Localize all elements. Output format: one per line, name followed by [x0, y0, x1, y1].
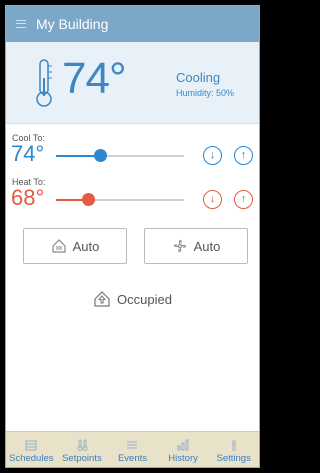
wrench-icon: [232, 440, 236, 451]
cool-slider-track-rest[interactable]: [100, 155, 184, 157]
status-panel: 74° Cooling Humidity: 50%: [6, 42, 259, 124]
list-icon: [127, 441, 138, 449]
home-occupied-icon: [94, 291, 110, 307]
cool-setpoint-value: 74°: [11, 141, 45, 166]
cool-slider-knob[interactable]: [94, 149, 108, 162]
menu-icon[interactable]: [6, 6, 36, 42]
tab-settings[interactable]: Settings: [208, 432, 259, 467]
current-temperature: 74°: [62, 54, 127, 103]
humidity-reading: Humidity: 50%: [176, 88, 235, 98]
hvac-mode: Cooling: [176, 70, 221, 85]
tab-label: History: [168, 453, 198, 464]
system-mode-button[interactable]: Auto: [23, 228, 127, 264]
tab-events[interactable]: Events: [107, 432, 158, 467]
tab-schedules[interactable]: Schedules: [6, 432, 57, 467]
heat-up-button[interactable]: ↑: [234, 190, 253, 209]
tab-label: Schedules: [9, 453, 54, 464]
cool-up-button[interactable]: ↑: [234, 146, 253, 165]
bar-chart-icon: [177, 439, 189, 451]
occupancy-label: Occupied: [117, 291, 172, 307]
cool-down-button[interactable]: ↓: [203, 146, 222, 165]
setpoints-icon: [77, 439, 88, 451]
heat-slider-knob[interactable]: [81, 193, 95, 206]
heat-down-button[interactable]: ↓: [203, 190, 222, 209]
occupancy-status[interactable]: Occupied: [6, 290, 259, 308]
heat-slider-track-rest[interactable]: [88, 199, 184, 201]
tab-label: Settings: [216, 453, 251, 464]
tab-setpoints[interactable]: Setpoints: [57, 432, 108, 467]
fan-icon: [173, 239, 186, 253]
tab-history[interactable]: History: [158, 432, 209, 467]
calendar-icon: [25, 440, 37, 451]
bottom-tab-bar: Schedules Setpoints Events History Setti…: [6, 431, 259, 467]
system-mode-label: Auto: [72, 238, 100, 254]
app-title: My Building: [36, 16, 109, 32]
fan-mode-label: Auto: [193, 238, 221, 254]
title-bar: My Building: [6, 6, 259, 42]
fan-mode-button[interactable]: Auto: [144, 228, 248, 264]
tab-label: Setpoints: [62, 453, 102, 464]
house-mode-icon: [52, 239, 66, 253]
heat-setpoint-value: 68°: [11, 185, 45, 210]
tab-label: Events: [117, 453, 147, 464]
thermometer-icon: [36, 59, 52, 107]
app-screen: My Building 74° Cooling Humidity: 50% Co…: [5, 5, 260, 468]
